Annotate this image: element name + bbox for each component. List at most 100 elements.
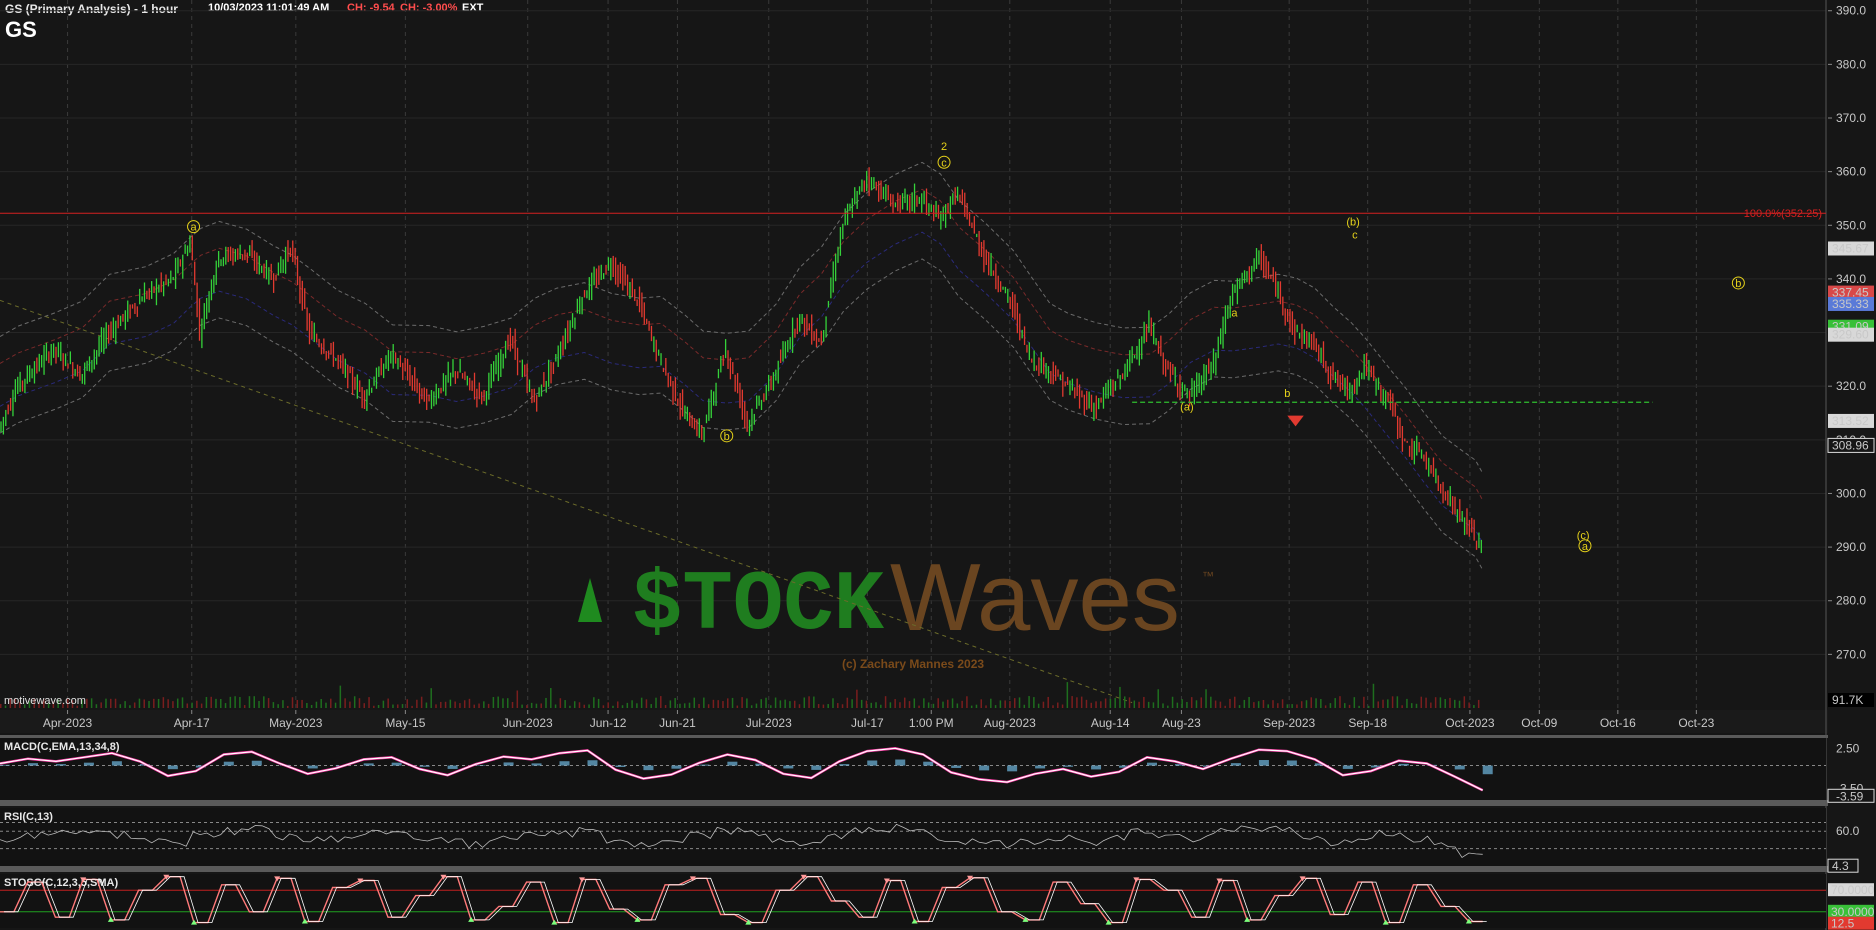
price-tick-label: 320.0: [1836, 379, 1866, 393]
volume-bar: [741, 697, 743, 708]
volume-bar: [258, 700, 260, 708]
rsi-panel[interactable]: RSI(C,13): [0, 808, 1826, 866]
macd-histogram-bar: [839, 764, 850, 766]
volume-bar: [1277, 703, 1279, 708]
volume-bar: [1061, 704, 1064, 708]
chart-canvas[interactable]: $TOCK Waves ™ (c) Zachary Mannes 2023 10…: [0, 0, 1876, 930]
volume-bar: [1090, 702, 1093, 708]
volume-bar: [1320, 699, 1322, 708]
volume-bar: [1387, 699, 1389, 708]
volume-bar: [1205, 689, 1207, 708]
macd-histogram-bar: [83, 762, 94, 766]
date-tick-label: Aug-14: [1091, 716, 1130, 730]
volume-bar: [846, 697, 849, 708]
volume-bar: [468, 698, 471, 708]
volume-bar: [899, 702, 901, 708]
volume-bar: [650, 704, 652, 708]
volume-bar: [449, 699, 452, 708]
volume-bar: [559, 698, 562, 708]
volume-bar: [961, 700, 963, 708]
volume-bar: [492, 697, 495, 708]
macd-histogram-bar: [419, 765, 430, 767]
envelope-band: [0, 258, 1484, 571]
volume-bar: [286, 705, 289, 708]
volume-bar: [1100, 701, 1102, 708]
wave-label: a: [1582, 541, 1589, 553]
price-axis[interactable]: 270.0280.0290.0300.0310.0320.0330.0340.0…: [1827, 0, 1876, 930]
volume-bar: [1257, 701, 1260, 708]
macd-histogram-bar: [1482, 765, 1493, 775]
macd-panel[interactable]: MACD(C,EMA,13,34,8): [0, 738, 1826, 800]
volume-bar: [210, 696, 212, 708]
volume-bar: [373, 705, 375, 708]
volume-bar: [703, 697, 705, 708]
volume-bar: [655, 697, 657, 708]
stoch-tag-label: 70.0000: [1831, 883, 1875, 897]
volume-bar: [105, 698, 107, 708]
macd-histogram-bar: [27, 763, 38, 766]
volume-bar: [669, 700, 672, 708]
volume-bar: [1310, 697, 1313, 708]
date-tick-label: Oct-16: [1600, 716, 1636, 730]
date-tick-label: Oct-2023: [1445, 716, 1495, 730]
date-tick-label: Jul-2023: [746, 716, 792, 730]
logo-waves: Waves: [890, 544, 1180, 651]
volume-bar: [143, 699, 145, 708]
volume-bar: [234, 696, 236, 708]
volume-bar: [1382, 699, 1384, 708]
volume-bar: [1080, 696, 1083, 708]
volume-bar: [1047, 696, 1049, 708]
volume-bar: [1415, 703, 1418, 708]
volume-bar: [903, 697, 906, 708]
price-tick-label: 380.0: [1836, 57, 1866, 71]
trend-line: [0, 299, 1133, 704]
macd-histogram-bar: [671, 765, 682, 769]
volume-bar: [124, 701, 126, 708]
volume-bar: [1406, 698, 1408, 708]
volume-bar: [1018, 697, 1021, 708]
volume-bar: [597, 698, 600, 708]
volume-bar: [1473, 705, 1475, 708]
macd-histogram-bar: [1398, 763, 1409, 766]
volume-bar: [789, 701, 791, 708]
volume-bar: [506, 698, 509, 708]
date-tick-label: Jun-21: [659, 716, 696, 730]
volume-bar: [1315, 698, 1317, 708]
volume-bar: [478, 703, 480, 708]
price-tick-label: 370.0: [1836, 111, 1866, 125]
macd-histogram-bar: [811, 765, 822, 770]
volume-bar: [1348, 704, 1351, 708]
macd-histogram-bar: [699, 764, 710, 766]
volume-bar: [942, 701, 944, 708]
volume-bar: [889, 702, 892, 708]
volume-bar: [755, 703, 758, 708]
volume-bar: [301, 699, 303, 708]
price-tag-label: 313.52: [1832, 414, 1869, 428]
macd-histogram-bar: [55, 764, 66, 766]
volume-bar: [353, 696, 356, 708]
macd-histogram-bar: [307, 765, 318, 769]
volume-bar: [368, 697, 370, 708]
volume-bar: [1200, 697, 1203, 708]
volume-bar: [306, 703, 308, 708]
date-tick-label: May-2023: [269, 716, 323, 730]
volume-bar: [1147, 701, 1150, 708]
stochastic-panel[interactable]: STOSC(C,12,3,5,SMA): [0, 874, 1826, 928]
volume-bar: [674, 698, 676, 708]
stockwaves-watermark: $TOCK Waves ™ (c) Zachary Mannes 2023: [578, 544, 1214, 671]
volume-bar: [856, 689, 858, 708]
volume-bar: [1224, 705, 1226, 708]
volume-bar: [1229, 698, 1231, 708]
logo-trademark: ™: [1202, 569, 1214, 583]
volume-bar: [999, 700, 1002, 708]
volume-bar: [994, 705, 997, 708]
macd-histogram-bar: [167, 765, 178, 770]
volume-bar: [1454, 699, 1456, 708]
volume-bar: [502, 698, 504, 708]
volume-bar: [1076, 697, 1078, 708]
price-tick-label: 360.0: [1836, 165, 1866, 179]
volume-bar: [870, 702, 872, 708]
macd-histogram-bar: [111, 761, 122, 766]
volume-bar: [1420, 696, 1423, 708]
volume-bar: [1286, 704, 1289, 708]
